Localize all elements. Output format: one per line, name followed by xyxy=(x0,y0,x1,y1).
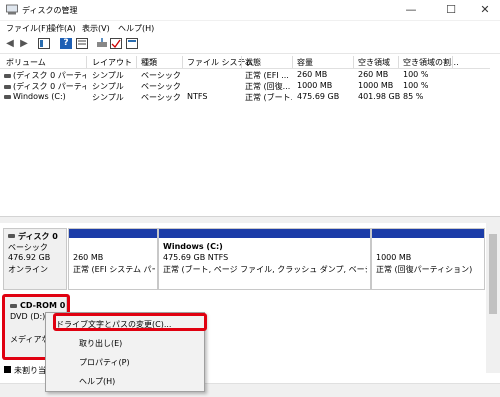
partition-status: 正常 (EFI システム パーティ xyxy=(73,265,155,274)
forward-icon[interactable]: ▶ xyxy=(18,38,30,49)
volume-layout: シンプル xyxy=(92,71,124,80)
volume-type: ベーシック xyxy=(141,93,181,102)
unallocated-legend-swatch xyxy=(4,366,11,373)
column-divider[interactable] xyxy=(136,56,137,68)
column-divider[interactable] xyxy=(292,56,293,68)
volume-name: (ディスク 0 パーティショ... xyxy=(13,82,86,91)
disk-status: オンライン xyxy=(8,265,48,274)
close-button[interactable]: ✕ xyxy=(470,0,500,20)
menu-item-help[interactable]: ヘルプ(H) xyxy=(79,376,115,387)
partition-size: 260 MB xyxy=(73,253,104,262)
partition-title: Windows (C:) xyxy=(163,242,223,251)
maximize-button[interactable]: ☐ xyxy=(436,0,466,20)
volume-name: (ディスク 0 パーティショ... xyxy=(13,71,86,80)
menu-help[interactable]: ヘルプ(H) xyxy=(118,23,154,34)
minimize-button[interactable]: — xyxy=(396,0,426,20)
menu-item-properties[interactable]: プロパティ(P) xyxy=(79,357,130,368)
menu-file[interactable]: ファイル(F) xyxy=(6,23,49,34)
partition-efi[interactable]: 260 MB 正常 (EFI システム パーティ xyxy=(68,228,158,290)
column-type[interactable]: 種類 xyxy=(141,57,157,68)
column-divider[interactable] xyxy=(398,56,399,68)
column-volume[interactable]: ボリューム xyxy=(6,57,46,68)
volume-capacity: 260 MB xyxy=(297,70,328,79)
volume-layout: シンプル xyxy=(92,93,124,102)
table-row[interactable]: Windows (C:) シンプル ベーシック NTFS 正常 (ブート... … xyxy=(0,92,490,103)
partition-bar xyxy=(372,229,484,238)
disk-size: 476.92 GB xyxy=(8,253,51,262)
list-view-icon[interactable] xyxy=(126,38,138,49)
partition-size: 1000 MB xyxy=(376,253,412,262)
partition-windows[interactable]: Windows (C:) 475.69 GB NTFS 正常 (ブート, ページ… xyxy=(158,228,371,290)
volume-type: ベーシック xyxy=(141,82,181,91)
help-icon[interactable]: ? xyxy=(60,38,72,49)
column-filesystem[interactable]: ファイル システム xyxy=(187,57,253,68)
volume-free: 401.98 GB xyxy=(358,92,401,101)
volume-status: 正常 (回復... xyxy=(245,82,291,91)
drive-icon xyxy=(4,94,11,99)
volume-free-percent: 100 % xyxy=(403,70,429,79)
partition-status: 正常 (回復パーティション) xyxy=(376,265,473,274)
properties-icon[interactable] xyxy=(76,38,88,49)
volume-free-percent: 85 % xyxy=(403,92,424,101)
column-layout[interactable]: レイアウト xyxy=(92,57,132,68)
disk-0-info[interactable]: ディスク 0 ベーシック 476.92 GB オンライン xyxy=(3,228,67,290)
volume-status: 正常 (ブート... xyxy=(245,93,292,102)
toolbar: ◀ ▶ ? xyxy=(0,35,500,54)
column-free-percent[interactable]: 空き領域の割... xyxy=(403,57,459,68)
back-icon[interactable]: ◀ xyxy=(4,38,16,49)
column-divider[interactable] xyxy=(86,56,87,68)
title-bar: ディスクの管理 — ☐ ✕ xyxy=(0,0,500,21)
volume-filesystem: NTFS xyxy=(187,92,208,101)
volume-name: Windows (C:) xyxy=(13,92,66,101)
disk-management-icon xyxy=(6,4,18,15)
column-divider[interactable] xyxy=(452,56,453,68)
disk-name: ディスク 0 xyxy=(18,232,58,241)
check-icon[interactable] xyxy=(110,38,122,49)
highlight-menu-item xyxy=(53,313,207,331)
volume-capacity: 475.69 GB xyxy=(297,92,340,101)
column-status[interactable]: 状態 xyxy=(245,57,261,68)
partition-recovery[interactable]: 1000 MB 正常 (回復パーティション) xyxy=(371,228,485,290)
column-divider[interactable] xyxy=(353,56,354,68)
volume-free: 260 MB xyxy=(358,70,389,79)
volume-free: 1000 MB xyxy=(358,81,394,90)
column-divider[interactable] xyxy=(241,56,242,68)
drive-icon xyxy=(4,73,11,78)
table-row[interactable]: (ディスク 0 パーティショ... シンプル ベーシック 正常 (EFI ...… xyxy=(0,70,490,81)
table-row[interactable]: (ディスク 0 パーティショ... シンプル ベーシック 正常 (回復... 1… xyxy=(0,81,490,92)
partition-bar xyxy=(159,229,370,238)
partition-status: 正常 (ブート, ページ ファイル, クラッシュ ダンプ, ベーシック データ … xyxy=(163,265,367,274)
console-tree-icon[interactable] xyxy=(38,38,50,49)
menu-bar: ファイル(F) 操作(A) 表示(V) ヘルプ(H) xyxy=(0,21,500,35)
scrollbar-thumb[interactable] xyxy=(489,234,497,314)
column-free[interactable]: 空き領域 xyxy=(358,57,390,68)
connect-drive-icon[interactable] xyxy=(96,38,108,49)
menu-item-eject[interactable]: 取り出し(E) xyxy=(79,338,122,349)
volume-capacity: 1000 MB xyxy=(297,81,333,90)
volume-type: ベーシック xyxy=(141,71,181,80)
partition-size: 475.69 GB NTFS xyxy=(163,253,229,262)
partition-bar xyxy=(69,229,157,238)
column-divider[interactable] xyxy=(182,56,183,68)
column-capacity[interactable]: 容量 xyxy=(297,57,313,68)
window-title: ディスクの管理 xyxy=(22,6,78,15)
volume-free-percent: 100 % xyxy=(403,81,429,90)
volume-list-header: ボリューム レイアウト 種類 ファイル システム 状態 容量 空き領域 空き領域… xyxy=(0,56,490,69)
volume-layout: シンプル xyxy=(92,82,124,91)
volume-status: 正常 (EFI ... xyxy=(245,71,289,80)
disk-type: ベーシック xyxy=(8,243,48,252)
drive-icon xyxy=(4,84,11,89)
menu-view[interactable]: 表示(V) xyxy=(82,23,110,34)
disk-icon xyxy=(8,234,15,238)
menu-action[interactable]: 操作(A) xyxy=(48,23,76,34)
